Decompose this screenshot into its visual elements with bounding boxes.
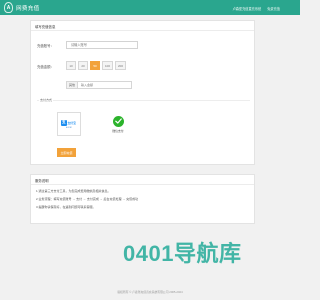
- form-title: 填写充值信息: [35, 25, 56, 29]
- top-header: A 网费充值 卢森堡充值直充系统 免费充值: [0, 0, 300, 15]
- service-notice-card: 服务说明 1.通过第三方支付工具，为您完成费用缴纳及相关信息。 2.业务流程：填…: [30, 174, 255, 224]
- logo-badge-icon: A: [4, 2, 13, 13]
- amount-label: 充值金额：: [37, 65, 54, 69]
- footer-copyright: 版权所有 © 卢森堡充值直充系统有限公司 2005-2024: [117, 290, 183, 294]
- nav-item-free-recharge[interactable]: 免费充值: [267, 6, 280, 11]
- logo[interactable]: A 网费充值: [4, 2, 40, 13]
- divider: [31, 29, 254, 30]
- wechat-pay-label: 微信支付: [112, 128, 124, 133]
- notice-title: 服务说明: [35, 179, 49, 183]
- notice-line-3: 3.提醒你请保存好，在遇到问题可联系客服。: [36, 205, 96, 209]
- alipay-subtext: ALIPAY: [65, 126, 73, 129]
- account-input[interactable]: [67, 42, 137, 48]
- custom-amount-input[interactable]: [78, 82, 131, 88]
- notice-line-2: 2.业务流程：填写充值账号 → 支付 → 支付完成 → 后台充值处理 → 充值成…: [36, 197, 139, 201]
- account-label: 充值账号：: [37, 44, 54, 48]
- alipay-name: 支付宝: [67, 120, 76, 125]
- custom-amount-prefix: 其他: [67, 82, 78, 88]
- alipay-icon: 支 支付宝: [61, 119, 77, 126]
- notice-line-1: 1.通过第三方支付工具，为您完成费用缴纳及相关信息。: [36, 189, 111, 193]
- recharge-form-card: 填写充值信息 充值账号： 充值金额： 10 20 50 100 200 其他 支…: [30, 20, 255, 165]
- logo-text: 网费充值: [16, 5, 40, 12]
- account-field[interactable]: [66, 41, 138, 49]
- pay-method-divider: [37, 100, 250, 101]
- amount-option-20[interactable]: 20: [78, 61, 88, 70]
- alipay-option[interactable]: 支 支付宝 ALIPAY: [57, 112, 81, 136]
- amount-option-50-selected[interactable]: 50: [90, 61, 100, 70]
- check-icon: [114, 118, 122, 124]
- amount-option-10[interactable]: 10: [66, 61, 76, 70]
- nav-item-recharge-system[interactable]: 卢森堡充值直充系统: [233, 6, 262, 11]
- alipay-mark: 支: [61, 120, 67, 126]
- custom-amount-group: 其他: [66, 81, 132, 89]
- submit-recharge-button[interactable]: 立即充值: [57, 148, 76, 157]
- divider: [31, 183, 254, 184]
- top-nav: 卢森堡充值直充系统 免费充值: [233, 6, 280, 11]
- wechat-pay-icon: [112, 115, 124, 127]
- amount-option-200[interactable]: 200: [115, 61, 126, 70]
- site-watermark: 0401导航库: [123, 241, 242, 266]
- pay-method-label: 支付方式: [39, 98, 54, 102]
- amount-option-100[interactable]: 100: [102, 61, 113, 70]
- wechat-pay-option[interactable]: 微信支付: [106, 112, 130, 136]
